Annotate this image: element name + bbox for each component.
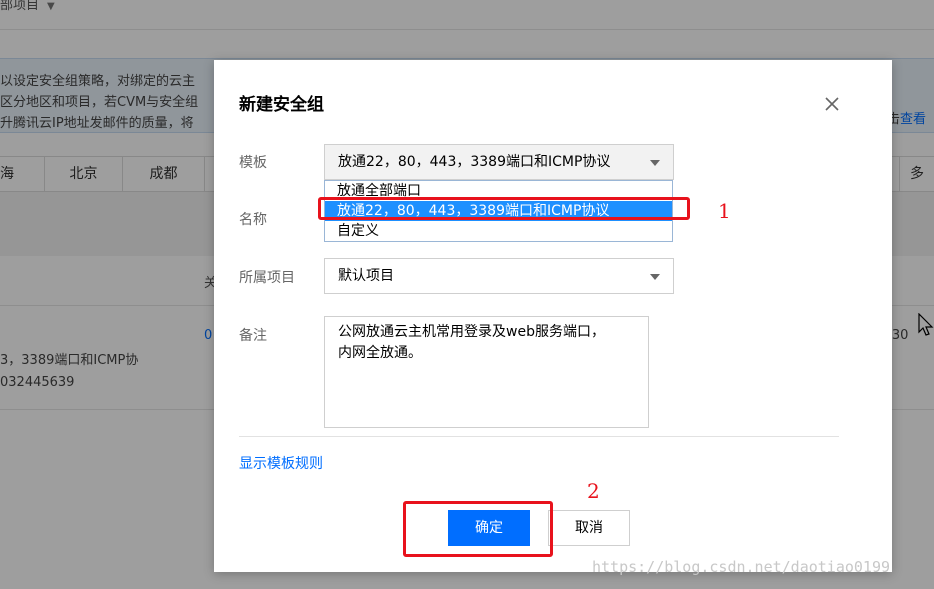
dialog-title: 新建安全组 bbox=[239, 95, 324, 115]
annotation-box-2 bbox=[403, 501, 553, 557]
remark-line: 公网放通云主机常用登录及web服务端口， bbox=[338, 324, 605, 340]
project-label: 所属项目 bbox=[239, 270, 295, 286]
name-label: 名称 bbox=[239, 212, 267, 228]
close-icon[interactable] bbox=[822, 94, 842, 114]
template-option[interactable]: 自定义 bbox=[325, 221, 672, 241]
new-security-group-dialog: 新建安全组 模板 放通22，80，443，3389端口和ICMP协议 放通全部端… bbox=[214, 60, 892, 572]
template-select-value: 放通22，80，443，3389端口和ICMP协议 bbox=[338, 154, 611, 170]
project-select[interactable]: 默认项目 bbox=[324, 258, 674, 294]
chevron-down-icon bbox=[650, 160, 660, 166]
watermark: https://blog.csdn.net/daotiao0199 bbox=[592, 558, 891, 576]
annotation-label-2: 2 bbox=[587, 479, 600, 503]
show-template-rules-link[interactable]: 显示模板规则 bbox=[239, 453, 323, 473]
cancel-button[interactable]: 取消 bbox=[548, 510, 630, 546]
divider bbox=[239, 436, 839, 437]
annotation-label-1: 1 bbox=[718, 199, 731, 223]
remark-label: 备注 bbox=[239, 328, 267, 344]
template-label: 模板 bbox=[239, 155, 267, 171]
remark-line: 内网全放通。 bbox=[338, 345, 422, 361]
remark-textarea[interactable]: 公网放通云主机常用登录及web服务端口， 内网全放通。 bbox=[324, 316, 649, 428]
chevron-down-icon bbox=[650, 274, 660, 280]
project-select-value: 默认项目 bbox=[338, 268, 394, 284]
template-select[interactable]: 放通22，80，443，3389端口和ICMP协议 bbox=[324, 144, 674, 180]
annotation-box-1 bbox=[318, 197, 690, 220]
